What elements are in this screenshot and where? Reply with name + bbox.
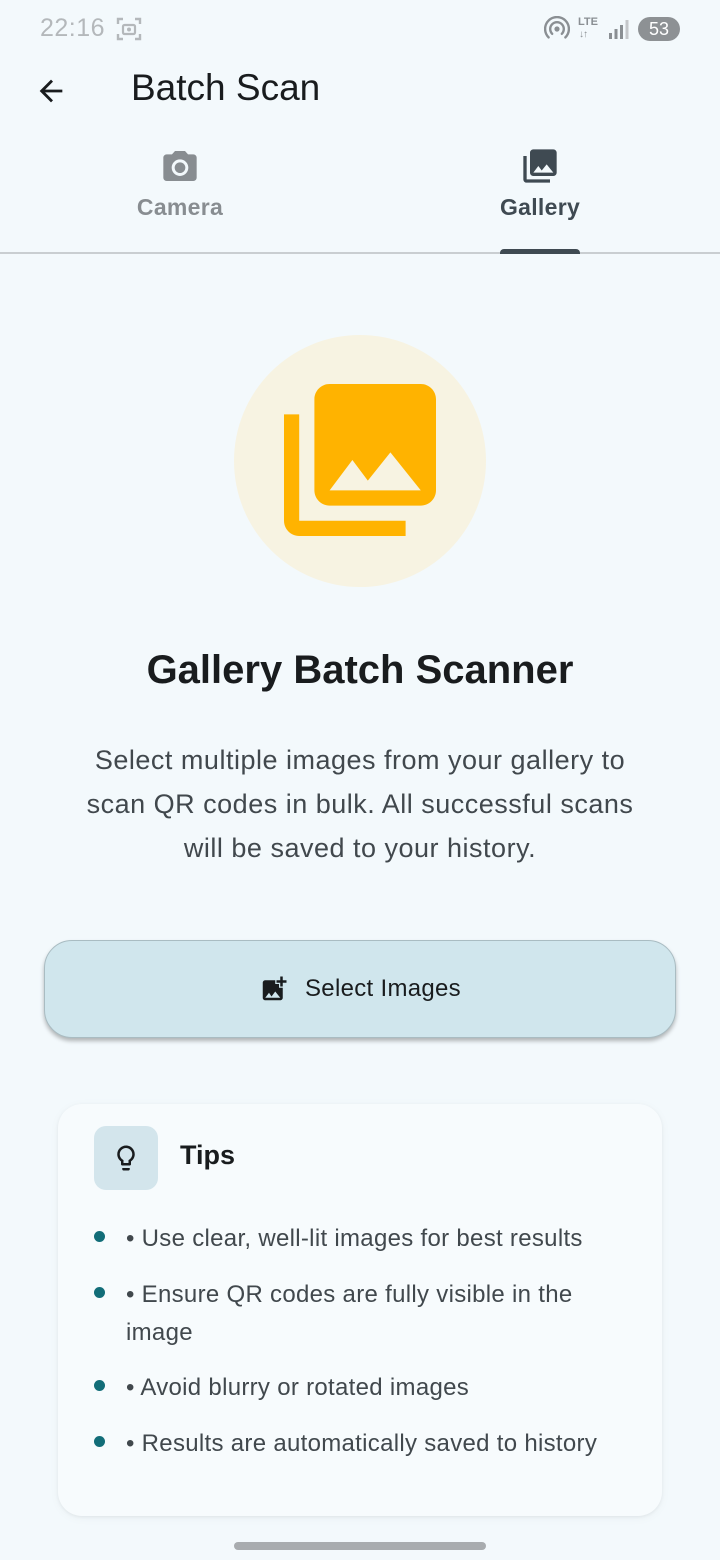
bullet-dot-icon (94, 1436, 105, 1447)
tab-gallery[interactable]: Gallery (360, 136, 720, 254)
photo-library-icon (284, 384, 436, 536)
screenshot-scan-icon (116, 17, 142, 41)
network-activity-arrows: ↓↑ (579, 29, 588, 40)
tab-indicator (500, 249, 580, 254)
app-bar: Batch Scan (0, 58, 720, 122)
battery-badge: 53 (638, 17, 680, 41)
tab-camera-label: Camera (136, 194, 224, 220)
tip-text: • Results are automatically saved to his… (126, 1430, 598, 1457)
hero-description: Select multiple images from your gallery… (86, 745, 634, 863)
tip-text: • Use clear, well-lit images for best re… (126, 1225, 583, 1252)
network-type-label: LTE (578, 16, 598, 28)
back-button[interactable] (26, 66, 76, 116)
status-icons: LTE ↓↑ 53 (544, 16, 680, 42)
bullet-dot-icon (94, 1380, 105, 1391)
hotspot-icon (544, 16, 570, 39)
tab-gallery-label: Gallery (499, 194, 581, 220)
select-images-button[interactable]: Select Images (44, 940, 676, 1038)
page-title: Batch Scan (131, 67, 321, 108)
select-images-label: Select Images (305, 975, 461, 1002)
tab-bar: Camera Gallery (0, 136, 720, 254)
tip-text: • Avoid blurry or rotated images (126, 1374, 470, 1401)
tips-card: Tips • Use clear, well-lit images for be… (58, 1104, 662, 1516)
tip-text: • Ensure QR codes are fully visible in t… (126, 1281, 573, 1346)
bullet-dot-icon (94, 1287, 105, 1298)
tips-title: Tips (180, 1140, 236, 1170)
bullet-dot-icon (94, 1231, 105, 1242)
add-photo-icon (262, 976, 287, 1001)
home-indicator[interactable] (234, 1542, 486, 1550)
signal-icon (609, 20, 629, 39)
photo-library-icon (518, 146, 562, 186)
tips-icon-box (94, 1126, 158, 1190)
hero-title: Gallery Batch Scanner (146, 648, 574, 692)
status-time: 22:16 (40, 14, 106, 42)
arrow-back-icon (39, 79, 63, 103)
screen: 22:16 LTE ↓↑ 53 Batch Scan Camera Galler… (0, 0, 720, 1560)
status-bar: 22:16 LTE ↓↑ 53 (0, 0, 720, 58)
camera-icon (158, 146, 202, 186)
lightbulb-icon (117, 1145, 135, 1171)
network-indicator: LTE ↓↑ (578, 16, 600, 42)
tab-camera[interactable]: Camera (0, 136, 360, 252)
